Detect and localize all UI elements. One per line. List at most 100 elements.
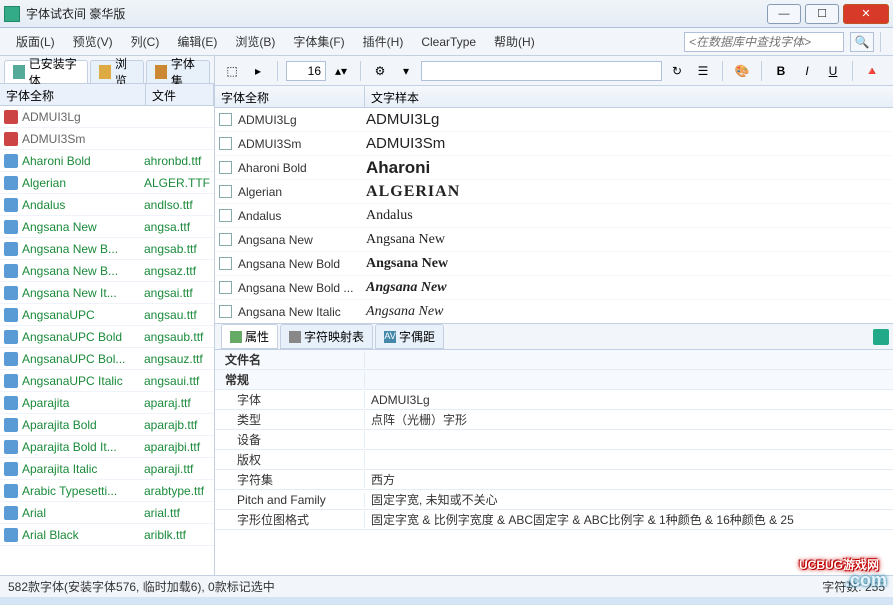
- right-list[interactable]: ADMUI3Lg ADMUI3Lg ADMUI3Sm ADMUI3Sm Ahar…: [215, 108, 893, 324]
- tab-installed[interactable]: 已安装字体: [4, 60, 88, 83]
- right-header: 字体全称 文字样本: [215, 86, 893, 108]
- list-item[interactable]: Aparajita Bold aparajb.ttf: [0, 414, 214, 436]
- checkbox[interactable]: [219, 233, 232, 246]
- font-file: angsai.ttf: [144, 286, 210, 300]
- arrow-icon[interactable]: ▸: [247, 60, 269, 82]
- aa-icon[interactable]: 🔺: [861, 60, 883, 82]
- search-input[interactable]: [684, 32, 844, 52]
- kerning-icon: AV: [384, 331, 396, 343]
- tab-kerning[interactable]: AV字偶距: [375, 324, 444, 349]
- font-sample: Angsana New: [366, 232, 893, 248]
- minimize-button[interactable]: —: [767, 4, 801, 24]
- font-row[interactable]: Andalus Andalus: [215, 204, 893, 228]
- checkbox[interactable]: [219, 161, 232, 174]
- col-name[interactable]: 字体全称: [0, 84, 146, 105]
- titlebar: 字体试衣间 豪华版 — ☐ ✕: [0, 0, 893, 28]
- font-sample: Andalus: [366, 208, 893, 224]
- italic-button[interactable]: I: [796, 60, 818, 82]
- checkbox[interactable]: [219, 209, 232, 222]
- font-file: aparajbi.ttf: [144, 440, 210, 454]
- status-left: 582款字体(安装字体576, 临时加载6), 0款标记选中: [8, 578, 275, 595]
- list-item[interactable]: AngsanaUPC Bol... angsauz.ttf: [0, 348, 214, 370]
- expand-icon[interactable]: [873, 329, 889, 345]
- spinner-icon[interactable]: ▴▾: [330, 60, 352, 82]
- list-item[interactable]: Arial arial.ttf: [0, 502, 214, 524]
- sets-icon: [155, 65, 167, 79]
- list-item[interactable]: AngsanaUPC Italic angsaui.ttf: [0, 370, 214, 392]
- list-item[interactable]: Arial Black ariblk.ttf: [0, 524, 214, 546]
- font-row[interactable]: Aharoni Bold Aharoni: [215, 156, 893, 180]
- font-row[interactable]: ADMUI3Sm ADMUI3Sm: [215, 132, 893, 156]
- checkbox[interactable]: [219, 137, 232, 150]
- rcol-sample[interactable]: 文字样本: [365, 86, 893, 107]
- menu-item[interactable]: 编辑(E): [169, 30, 225, 53]
- font-name: ADMUI3Lg: [22, 110, 144, 124]
- list-item[interactable]: ADMUI3Lg: [0, 106, 214, 128]
- font-row[interactable]: ADMUI3Lg ADMUI3Lg: [215, 108, 893, 132]
- refresh-icon[interactable]: ↻: [666, 60, 688, 82]
- checkbox[interactable]: [219, 257, 232, 270]
- col-file[interactable]: 文件: [146, 84, 214, 105]
- checkbox[interactable]: [219, 113, 232, 126]
- checkbox[interactable]: [219, 305, 232, 318]
- font-name: ADMUI3Lg: [238, 113, 366, 127]
- rcol-name[interactable]: 字体全称: [215, 86, 365, 107]
- list-item[interactable]: Andalus andlso.ttf: [0, 194, 214, 216]
- menu-item[interactable]: 预览(V): [65, 30, 121, 53]
- font-row[interactable]: Angsana New Italic Angsana New: [215, 300, 893, 324]
- list-item[interactable]: Arabic Typesetti... arabtype.ttf: [0, 480, 214, 502]
- menu-item[interactable]: 浏览(B): [227, 30, 283, 53]
- pin-icon[interactable]: ⬚: [221, 60, 243, 82]
- list-item[interactable]: Aparajita aparaj.ttf: [0, 392, 214, 414]
- tab-sets[interactable]: 字体集: [146, 60, 210, 83]
- menu-item[interactable]: 插件(H): [355, 30, 412, 53]
- checkbox[interactable]: [219, 281, 232, 294]
- dropdown-icon[interactable]: ▾: [395, 60, 417, 82]
- font-row[interactable]: Angsana New Angsana New: [215, 228, 893, 252]
- font-name: Angsana New: [22, 220, 144, 234]
- list-item[interactable]: Angsana New B... angsaz.ttf: [0, 260, 214, 282]
- list-item[interactable]: Angsana New B... angsab.ttf: [0, 238, 214, 260]
- left-list[interactable]: ADMUI3Lg ADMUI3Sm Aharoni Bold ahronbd.t…: [0, 106, 214, 575]
- list-icon[interactable]: ☰: [692, 60, 714, 82]
- font-row[interactable]: Angsana New Bold ... Angsana New: [215, 276, 893, 300]
- size-input[interactable]: [286, 61, 326, 81]
- underline-button[interactable]: U: [822, 60, 844, 82]
- list-item[interactable]: Aparajita Italic aparaji.ttf: [0, 458, 214, 480]
- tab-properties[interactable]: 属性: [221, 324, 278, 349]
- font-type-icon: [4, 330, 18, 344]
- font-file: angsaui.ttf: [144, 374, 210, 388]
- menu-item[interactable]: 帮助(H): [486, 30, 543, 53]
- menu-item[interactable]: ClearType: [413, 32, 484, 52]
- tab-charmap[interactable]: 字符映射表: [280, 324, 373, 349]
- menu-item[interactable]: 版面(L): [8, 30, 63, 53]
- font-type-icon: [4, 308, 18, 322]
- sample-text-input[interactable]: [421, 61, 662, 81]
- menu-item[interactable]: 列(C): [123, 30, 168, 53]
- color-icon[interactable]: 🎨: [731, 60, 753, 82]
- list-item[interactable]: Angsana New angsa.ttf: [0, 216, 214, 238]
- font-sample: Aharoni: [366, 158, 893, 178]
- font-file: ahronbd.ttf: [144, 154, 210, 168]
- font-row[interactable]: Angsana New Bold Angsana New: [215, 252, 893, 276]
- list-item[interactable]: Aparajita Bold It... aparajbi.ttf: [0, 436, 214, 458]
- list-item[interactable]: Angsana New It... angsai.ttf: [0, 282, 214, 304]
- tab-browse[interactable]: 浏览: [90, 60, 144, 83]
- font-file: andlso.ttf: [144, 198, 210, 212]
- gear-icon[interactable]: ⚙: [369, 60, 391, 82]
- list-item[interactable]: Aharoni Bold ahronbd.ttf: [0, 150, 214, 172]
- list-item[interactable]: Algerian ALGER.TTF: [0, 172, 214, 194]
- ct-icon[interactable]: ƒ: [887, 60, 893, 82]
- list-item[interactable]: AngsanaUPC Bold angsaub.ttf: [0, 326, 214, 348]
- menu-item[interactable]: 字体集(F): [285, 30, 352, 53]
- property-grid[interactable]: 文件名常规字体ADMUI3Lg类型点阵（光栅）字形设备版权字符集西方Pitch …: [215, 350, 893, 575]
- maximize-button[interactable]: ☐: [805, 4, 839, 24]
- checkbox[interactable]: [219, 185, 232, 198]
- list-item[interactable]: ADMUI3Sm: [0, 128, 214, 150]
- list-item[interactable]: AngsanaUPC angsau.ttf: [0, 304, 214, 326]
- prop-label: 设备: [215, 431, 365, 448]
- search-button[interactable]: 🔍: [850, 32, 874, 52]
- bold-button[interactable]: B: [770, 60, 792, 82]
- font-row[interactable]: Algerian ALGERIAN: [215, 180, 893, 204]
- close-button[interactable]: ✕: [843, 4, 889, 24]
